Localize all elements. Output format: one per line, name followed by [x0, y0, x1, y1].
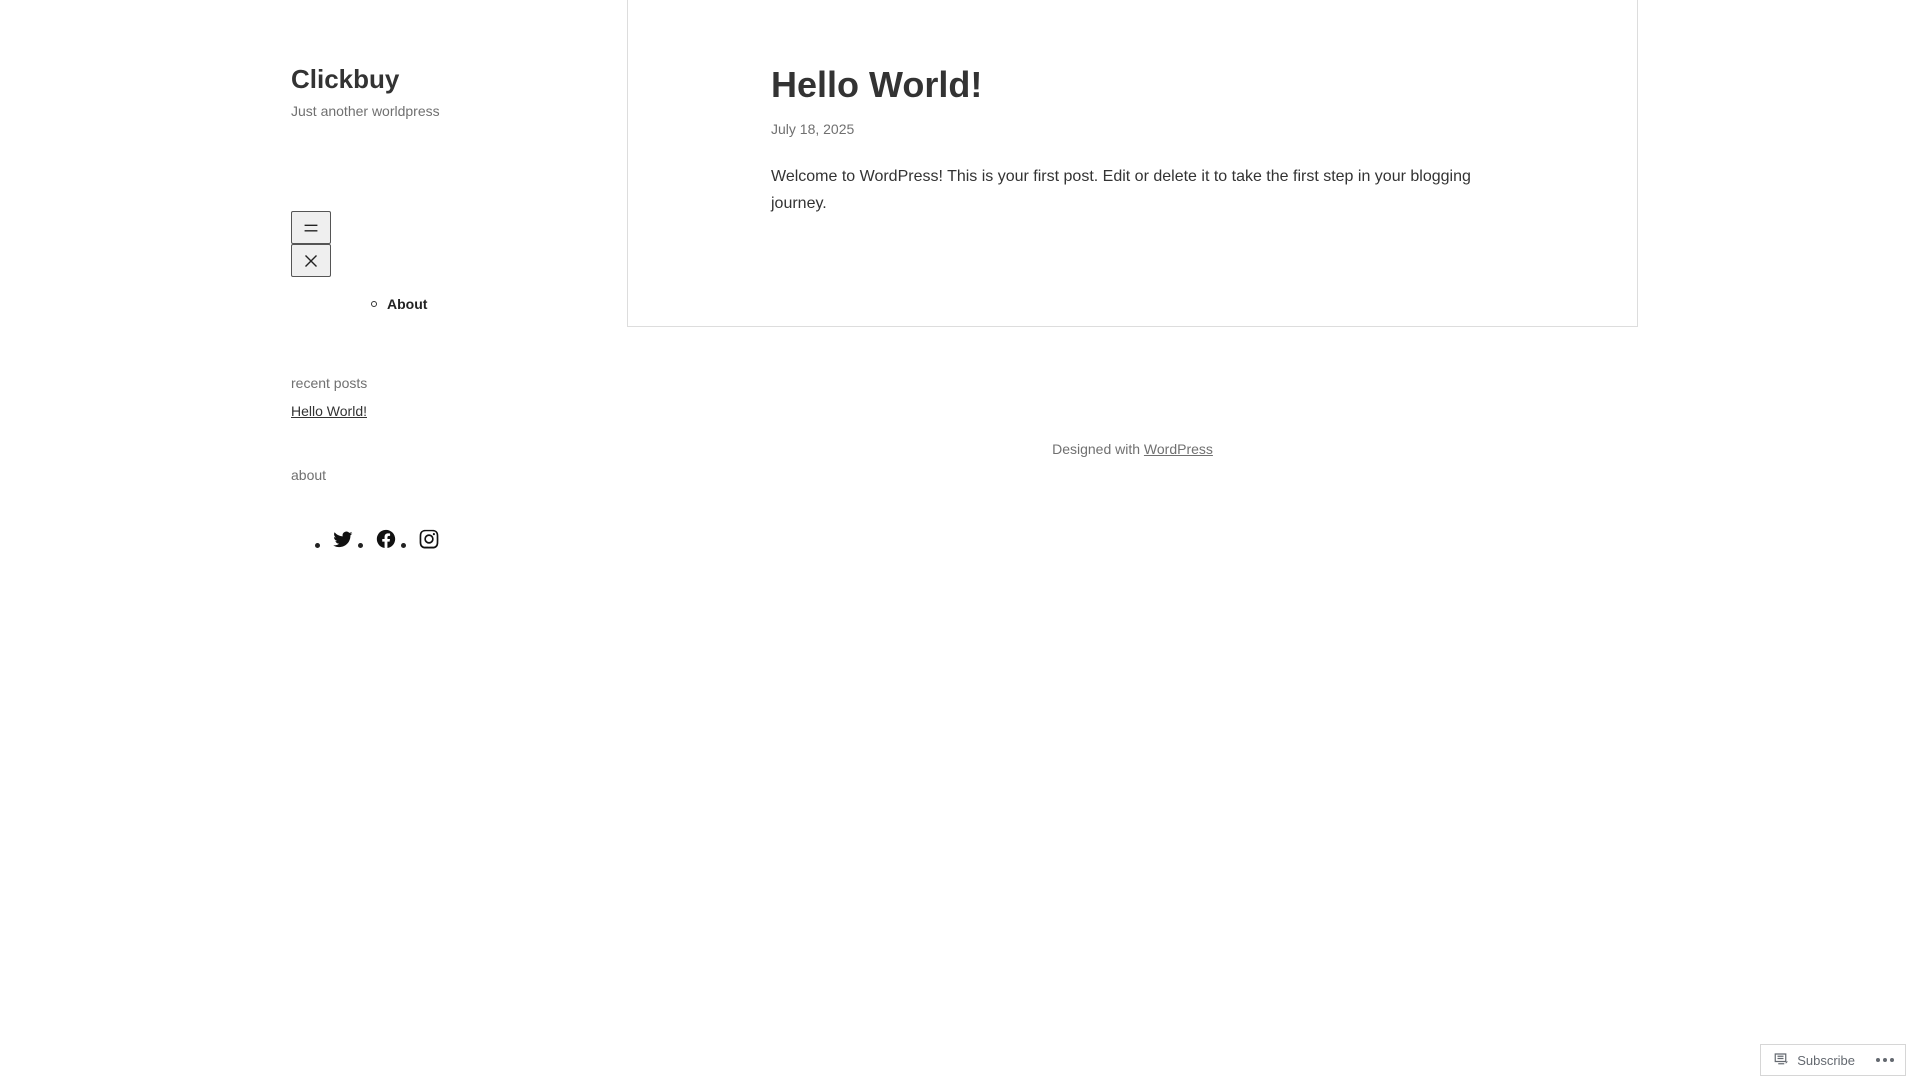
more-options-button[interactable] — [1875, 1057, 1895, 1063]
menu-open-button[interactable] — [291, 211, 331, 244]
facebook-icon — [376, 529, 396, 549]
reader-icon — [1774, 1053, 1789, 1065]
subscribe-button[interactable]: Subscribe — [1773, 1051, 1855, 1069]
list-bullet — [358, 543, 363, 548]
social-links — [315, 528, 444, 550]
wordpress-link[interactable]: WordPress — [1144, 441, 1213, 457]
ellipsis-icon — [1876, 1058, 1894, 1062]
site-tagline: Just another worldpress — [291, 103, 440, 119]
instagram-link[interactable] — [418, 528, 440, 550]
facebook-link[interactable] — [375, 528, 397, 550]
subscribe-label: Subscribe — [1797, 1052, 1855, 1068]
footer-prefix: Designed with — [1052, 441, 1141, 457]
social-item-facebook — [358, 528, 397, 550]
list-bullet — [315, 543, 320, 548]
nav-link-about[interactable]: About — [387, 296, 427, 312]
subscribe-bar: Subscribe — [1760, 1044, 1906, 1076]
post-card: Hello World! July 18, 2025 Welcome to Wo… — [627, 0, 1638, 327]
social-item-twitter — [315, 528, 354, 550]
nav-item-about: About — [371, 296, 427, 312]
site-footer: Designed with WordPress — [627, 441, 1638, 457]
site-title[interactable]: Clickbuy — [291, 64, 399, 95]
nav-bullet — [371, 301, 377, 307]
hamburger-icon — [304, 224, 318, 231]
post-date[interactable]: July 18, 2025 — [771, 121, 854, 137]
recent-post-link[interactable]: Hello World! — [291, 403, 367, 419]
close-icon — [305, 254, 317, 267]
about-widget-title: about — [291, 467, 327, 483]
list-bullet — [401, 543, 406, 548]
instagram-icon — [419, 529, 439, 549]
page: Clickbuy Just another worldpress About r… — [0, 0, 1920, 1080]
social-item-instagram — [401, 528, 440, 550]
twitter-link[interactable] — [332, 528, 354, 550]
post-content: Welcome to WordPress! This is your first… — [771, 168, 1471, 212]
post-title[interactable]: Hello World! — [771, 64, 982, 106]
primary-nav: About — [371, 296, 427, 312]
recent-posts-title: recent posts — [291, 375, 368, 391]
menu-close-button[interactable] — [291, 244, 331, 277]
twitter-icon — [333, 531, 353, 548]
